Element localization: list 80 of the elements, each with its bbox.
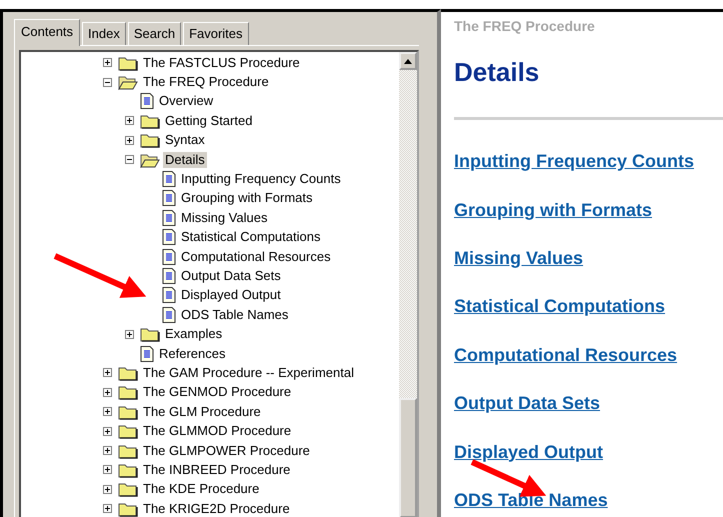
- tree-item[interactable]: Examples: [163, 326, 224, 342]
- tree-item[interactable]: References: [157, 346, 228, 362]
- expand-icon[interactable]: [125, 136, 134, 145]
- scroll-up-button[interactable]: [399, 52, 417, 70]
- document-icon: [162, 229, 176, 246]
- section-link[interactable]: ODS Table Names: [454, 490, 608, 510]
- tree-item[interactable]: Details: [163, 152, 207, 168]
- tree-item[interactable]: Displayed Output: [179, 287, 283, 304]
- document-icon: [162, 268, 176, 284]
- tree-item[interactable]: The GLMPOWER Procedure: [141, 442, 312, 458]
- section-link[interactable]: Displayed Output: [454, 442, 604, 462]
- folder-icon: [118, 462, 138, 478]
- collapse-icon[interactable]: [103, 78, 112, 87]
- tree-item[interactable]: The GAM Procedure -- Experimental: [141, 364, 356, 381]
- tab[interactable]: Contents: [14, 19, 80, 46]
- section-link[interactable]: Output Data Sets: [454, 393, 600, 414]
- expand-icon[interactable]: [103, 484, 112, 494]
- expand-icon[interactable]: [103, 58, 112, 68]
- expand-icon[interactable]: [103, 368, 112, 378]
- up-arrow-icon: [404, 58, 412, 64]
- tree-item[interactable]: ODS Table Names: [179, 306, 290, 323]
- tab[interactable]: Favorites: [183, 22, 249, 45]
- folder-icon: [140, 112, 160, 129]
- tree-item[interactable]: The GLM Procedure: [141, 404, 263, 420]
- folder-icon: [118, 404, 138, 420]
- folder-icon: [118, 384, 138, 400]
- tree-item[interactable]: Statistical Computations: [179, 229, 322, 246]
- document-icon: [140, 346, 154, 362]
- tree-item[interactable]: Grouping with Formats: [179, 190, 314, 206]
- section-link[interactable]: Missing Values: [454, 248, 584, 268]
- expand-icon[interactable]: [125, 330, 134, 339]
- section-link[interactable]: Computational Resources: [454, 344, 678, 365]
- folder-icon: [118, 54, 138, 71]
- tree-item[interactable]: Syntax: [163, 132, 207, 148]
- folder-icon: [118, 442, 138, 458]
- expand-icon[interactable]: [103, 426, 112, 436]
- folder-icon: [118, 500, 138, 517]
- document-icon: [162, 248, 176, 265]
- tree-item[interactable]: Getting Started: [163, 112, 254, 129]
- tree-item[interactable]: Overview: [157, 93, 216, 110]
- folder-icon: [118, 364, 138, 381]
- expand-icon[interactable]: [103, 446, 112, 455]
- document-icon: [162, 306, 176, 323]
- page-heading: Details: [454, 57, 540, 88]
- scroll-thumb[interactable]: [399, 398, 417, 517]
- folder-icon: [140, 132, 160, 148]
- tree-item[interactable]: The KRIGE2D Procedure: [141, 500, 292, 517]
- section-link[interactable]: Inputting Frequency Counts: [454, 151, 694, 172]
- expand-icon[interactable]: [103, 465, 112, 474]
- document-icon: [162, 171, 176, 188]
- section-link[interactable]: Statistical Computations: [454, 296, 666, 316]
- tree-item[interactable]: Output Data Sets: [179, 268, 283, 284]
- open-folder-icon: [140, 152, 160, 168]
- tree-item[interactable]: The KDE Procedure: [141, 481, 262, 498]
- expand-icon[interactable]: [125, 116, 134, 126]
- expand-icon[interactable]: [103, 504, 112, 514]
- open-folder-icon: [118, 74, 138, 90]
- document-icon: [162, 190, 176, 206]
- tab[interactable]: Index: [82, 22, 126, 45]
- tab[interactable]: Search: [128, 22, 182, 45]
- tree-item[interactable]: The GENMOD Procedure: [141, 384, 294, 400]
- tree-item[interactable]: The FREQ Procedure: [141, 74, 271, 90]
- section-link[interactable]: Grouping with Formats: [454, 200, 652, 220]
- document-icon: [140, 93, 154, 110]
- folder-icon: [118, 481, 138, 498]
- scrollbar[interactable]: [399, 52, 417, 517]
- tree-item[interactable]: The INBREED Procedure: [141, 462, 292, 478]
- tree-item[interactable]: The FASTCLUS Procedure: [141, 54, 302, 71]
- document-icon: [162, 287, 176, 304]
- expand-icon[interactable]: [103, 407, 112, 416]
- collapse-icon[interactable]: [125, 155, 134, 164]
- tree-item[interactable]: Computational Resources: [179, 248, 333, 265]
- folder-icon: [118, 423, 138, 440]
- expand-icon[interactable]: [103, 388, 112, 397]
- document-icon: [162, 210, 176, 226]
- folder-icon: [140, 326, 160, 342]
- tree-item[interactable]: Missing Values: [179, 210, 270, 226]
- breadcrumb: The FREQ Procedure: [454, 17, 596, 36]
- tree-item[interactable]: The GLMMOD Procedure: [141, 423, 294, 440]
- tree-item[interactable]: Inputting Frequency Counts: [179, 171, 343, 188]
